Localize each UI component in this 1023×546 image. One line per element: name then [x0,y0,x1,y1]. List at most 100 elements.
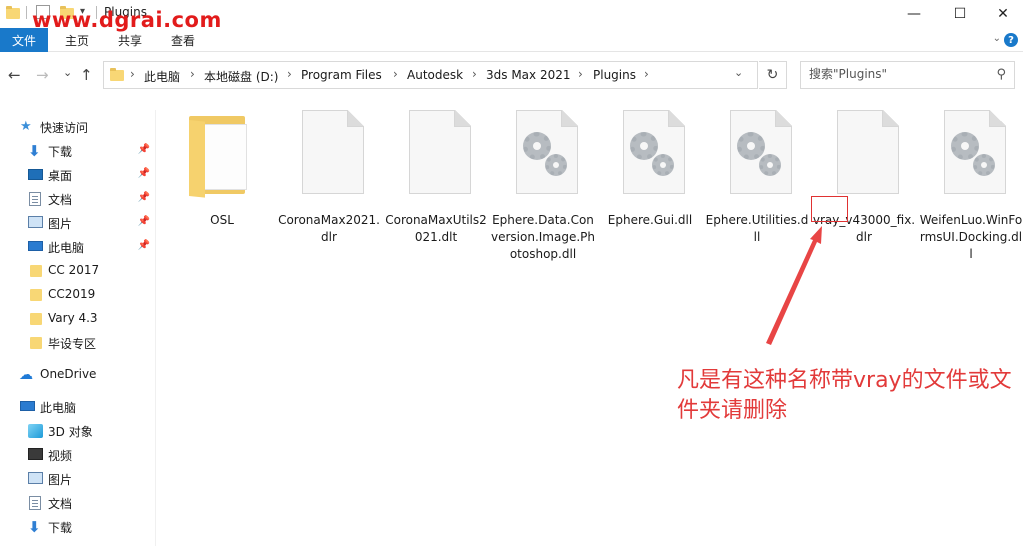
sidebar-item-downloads-pc[interactable]: ⬇ 下载 [0,516,156,538]
sidebar-item-label: 文档 [48,497,73,511]
breadcrumb-item[interactable]: Program Files [301,68,382,82]
tab-share[interactable]: 共享 [118,32,142,49]
back-button[interactable]: ← [8,66,21,84]
download-icon: ⬇ [28,142,41,160]
document-icon [29,192,41,206]
dll-file-icon [615,110,685,198]
search-box[interactable]: ⚲ [800,61,1015,89]
sidebar-item-label: 快速访问 [40,121,89,135]
sidebar-item-documents-pc[interactable]: 文档 [0,492,156,514]
sidebar-item-pictures[interactable]: 图片 📌 [0,212,156,234]
document-icon [29,496,41,510]
navigation-pane[interactable]: ★ 快速访问 ⬇ 下载 📌 桌面 📌 文档 📌 图片 📌 此电脑 📌 CC 20… [0,110,156,546]
annotation-text: 凡是有这种名称带vray的文件或文件夹请删除 [677,368,1012,423]
forward-button[interactable]: → [36,66,49,84]
sidebar-item-documents[interactable]: 文档 📌 [0,188,156,210]
picture-icon [28,472,43,484]
picture-icon [28,216,43,228]
sidebar-item-label: 下载 [48,145,73,159]
sidebar-item-label: CC 2017 [48,263,100,277]
breadcrumb-item[interactable]: 本地磁盘 (D:) [204,68,278,85]
sidebar-item-this-pc[interactable]: 此电脑 [0,396,156,418]
gear-icon [523,132,569,178]
address-bar[interactable]: › 此电脑 › 本地磁盘 (D:) › Program Files › Auto… [103,61,758,89]
sidebar-item-cc2017[interactable]: CC 2017 [0,260,156,282]
breadcrumb-separator: › [578,67,583,81]
divider [26,6,27,19]
file-name: Ephere.Data.Conversion.Image.Photoshop.d… [491,213,596,261]
folder-icon [6,5,20,19]
file-name: CoronaMax2021.dlr [278,213,380,244]
download-icon: ⬇ [28,518,41,536]
refresh-button[interactable]: ↻ [759,61,787,89]
watermark: www.dgrai.com [32,8,222,32]
file-list[interactable]: OSL CoronaMax2021.dlr CoronaMaxUtils2021… [160,100,1023,546]
sidebar-item-label: 下载 [48,521,73,535]
maximize-button[interactable]: ☐ [937,0,983,28]
sidebar-item-this-pc-pinned[interactable]: 此电脑 📌 [0,236,156,258]
folder-icon [30,337,42,349]
breadcrumb-item[interactable]: Plugins [593,68,636,82]
breadcrumb-item[interactable]: 此电脑 [144,68,180,85]
sidebar-item-label: 视频 [48,449,73,463]
blank-file-icon [401,110,471,198]
minimize-button[interactable]: — [891,0,937,28]
pin-icon[interactable]: 📌 [138,216,150,227]
sidebar-item-cc2019[interactable]: CC2019 [0,284,156,306]
up-button[interactable]: ↑ [80,66,93,84]
sidebar-item-3d-objects[interactable]: 3D 对象 [0,420,156,442]
sidebar-item-label: 桌面 [48,169,73,183]
sidebar-item-onedrive[interactable]: ☁ OneDrive [0,364,156,386]
desktop-icon [28,169,43,180]
gear-icon [737,132,783,178]
folder-icon [30,265,42,277]
file-name: Ephere.Gui.dll [607,213,693,227]
folder-icon [110,68,124,81]
sidebar-item-quick-access[interactable]: ★ 快速访问 [0,116,156,138]
gear-icon [951,132,997,178]
sidebar-item-label: CC2019 [48,287,96,301]
pin-icon[interactable]: 📌 [138,192,150,203]
folder-icon [30,289,42,301]
folder-icon [187,110,257,198]
breadcrumb-separator: › [287,67,292,81]
folder-icon [30,313,42,325]
blank-file-icon [294,110,364,198]
ribbon-expand-icon[interactable]: ⌄ [993,33,1001,44]
sidebar-item-vary[interactable]: Vary 4.3 [0,308,156,330]
cloud-icon: ☁ [19,367,33,383]
sidebar-item-downloads[interactable]: ⬇ 下载 📌 [0,140,156,162]
sidebar-item-label: 图片 [48,473,73,487]
tab-view[interactable]: 查看 [171,32,195,49]
pin-icon[interactable]: 📌 [138,168,150,179]
sidebar-item-desktop[interactable]: 桌面 📌 [0,164,156,186]
pin-icon[interactable]: 📌 [138,240,150,251]
sidebar-item-label: Vary 4.3 [48,311,98,325]
close-button[interactable]: ✕ [983,0,1023,28]
computer-icon [28,241,43,251]
dll-file-icon [508,110,578,198]
sidebar-item-label: 毕设专区 [48,337,97,351]
tab-home[interactable]: 主页 [65,32,89,49]
breadcrumb-separator: › [190,67,195,81]
recent-locations-icon[interactable]: ⌄ [63,66,72,79]
sidebar-item-label: OneDrive [40,367,97,381]
sidebar-item-videos[interactable]: 视频 [0,444,156,466]
breadcrumb-item[interactable]: Autodesk [407,68,463,82]
search-icon[interactable]: ⚲ [996,67,1006,82]
file-name: OSL [210,213,234,227]
breadcrumb-item[interactable]: 3ds Max 2021 [486,68,570,82]
sidebar-item-label: 3D 对象 [48,425,93,439]
dll-file-icon [722,110,792,198]
file-name: WeifenLuo.WinFormsUI.Docking.dll [919,213,1023,261]
sidebar-item-graduation[interactable]: 毕设专区 [0,332,156,354]
search-input[interactable] [809,67,979,81]
breadcrumb-separator: › [644,67,649,81]
file-name: CoronaMaxUtils2021.dlt [385,213,487,244]
sidebar-item-pictures-pc[interactable]: 图片 [0,468,156,490]
3d-objects-icon [28,424,43,438]
star-icon: ★ [20,119,32,134]
pin-icon[interactable]: 📌 [138,144,150,155]
address-dropdown-icon[interactable]: ⌄ [734,66,743,79]
help-icon[interactable]: ? [1004,33,1018,47]
